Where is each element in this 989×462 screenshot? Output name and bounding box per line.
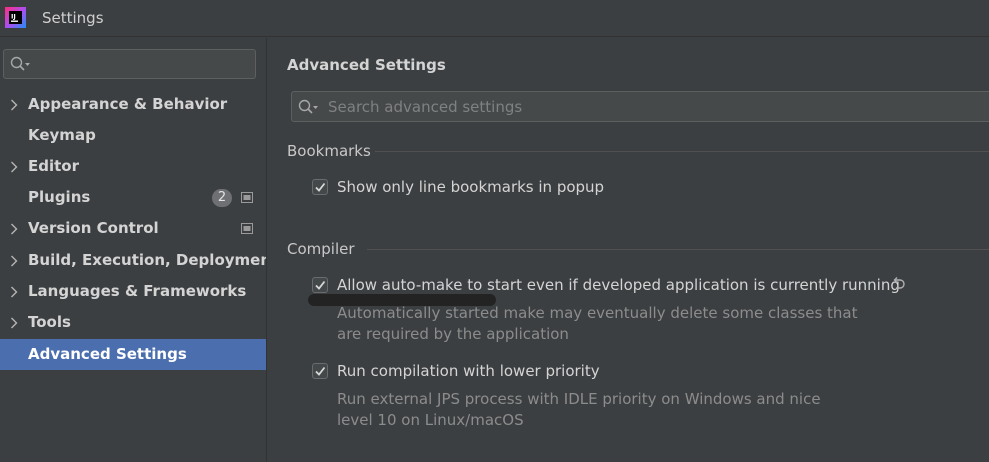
reset-to-default-icon[interactable]: [890, 277, 906, 291]
show-line-bookmarks-label[interactable]: Show only line bookmarks in popup: [337, 178, 604, 196]
lower-priority-description: Run external JPS process with IDLE prior…: [337, 390, 821, 408]
sidebar-item-label: Version Control: [28, 219, 159, 237]
sidebar-item-tools[interactable]: Tools: [0, 307, 266, 338]
sidebar-item-label: Appearance & Behavior: [28, 95, 228, 113]
allow-auto-make-checkbox[interactable]: [312, 277, 328, 293]
chevron-right-icon: [11, 286, 18, 298]
page-title: Advanced Settings: [287, 56, 446, 74]
search-icon: [298, 99, 318, 114]
sidebar-item-label: Advanced Settings: [28, 345, 187, 363]
section-separator: [367, 249, 989, 250]
sidebar-item-label: Keymap: [28, 126, 96, 144]
sidebar-item-label: Tools: [28, 313, 71, 331]
chevron-right-icon: [11, 161, 18, 173]
sidebar-item-version-control[interactable]: Version Control: [0, 213, 266, 244]
sidebar-item-plugins[interactable]: Plugins 2: [0, 182, 266, 213]
plugin-updates-badge: 2: [212, 189, 232, 207]
chevron-right-icon: [11, 223, 18, 235]
svg-text:IJ: IJ: [11, 13, 16, 21]
window-title: Settings: [42, 9, 104, 27]
section-title-bookmarks: Bookmarks: [287, 142, 371, 160]
section-separator: [375, 151, 989, 152]
allow-auto-make-description: Automatically started make may eventuall…: [337, 304, 858, 322]
sidebar-item-build-execution-deployment[interactable]: Build, Execution, Deployment: [0, 245, 278, 276]
sidebar-item-label: Languages & Frameworks: [28, 282, 247, 300]
search-icon: [10, 56, 30, 71]
sidebar-item-label: Build, Execution, Deployment: [28, 251, 279, 269]
settings-sidebar: Appearance & Behavior Keymap Editor Plug…: [0, 38, 278, 462]
checkmark-icon: [315, 280, 326, 290]
lower-priority-description-2: level 10 on Linux/macOS: [337, 411, 524, 429]
advanced-settings-search[interactable]: [291, 91, 989, 122]
settings-content: Advanced Settings Bookmarks Show only li…: [267, 38, 989, 462]
sidebar-item-languages-frameworks[interactable]: Languages & Frameworks: [0, 276, 266, 307]
sidebar-item-advanced-settings[interactable]: Advanced Settings: [0, 339, 266, 370]
chevron-right-icon: [11, 255, 18, 267]
sidebar-item-editor[interactable]: Editor: [0, 151, 266, 182]
sidebar-item-appearance-behavior[interactable]: Appearance & Behavior: [0, 89, 266, 120]
sidebar-item-keymap[interactable]: Keymap: [0, 120, 266, 151]
section-title-compiler: Compiler: [287, 240, 355, 258]
allow-auto-make-label[interactable]: Allow auto-make to start even if develop…: [337, 276, 900, 294]
show-line-bookmarks-checkbox[interactable]: [312, 179, 328, 195]
sidebar-item-label: Editor: [28, 157, 79, 175]
chevron-right-icon: [11, 317, 18, 329]
sidebar-item-label: Plugins: [28, 188, 91, 206]
chevron-right-icon: [11, 99, 18, 111]
app-logo-icon: IJ: [5, 7, 26, 28]
allow-auto-make-description-2: are required by the application: [337, 325, 569, 343]
checkmark-icon: [315, 182, 326, 192]
title-bar: IJ Settings: [0, 0, 989, 37]
project-level-icon: [241, 192, 253, 203]
checkmark-icon: [315, 366, 326, 376]
lower-priority-compilation-label[interactable]: Run compilation with lower priority: [337, 362, 600, 380]
advanced-settings-search-input[interactable]: [328, 96, 968, 118]
project-level-icon: [241, 223, 253, 234]
lower-priority-compilation-checkbox[interactable]: [312, 363, 328, 379]
sidebar-search-input[interactable]: [3, 49, 256, 79]
